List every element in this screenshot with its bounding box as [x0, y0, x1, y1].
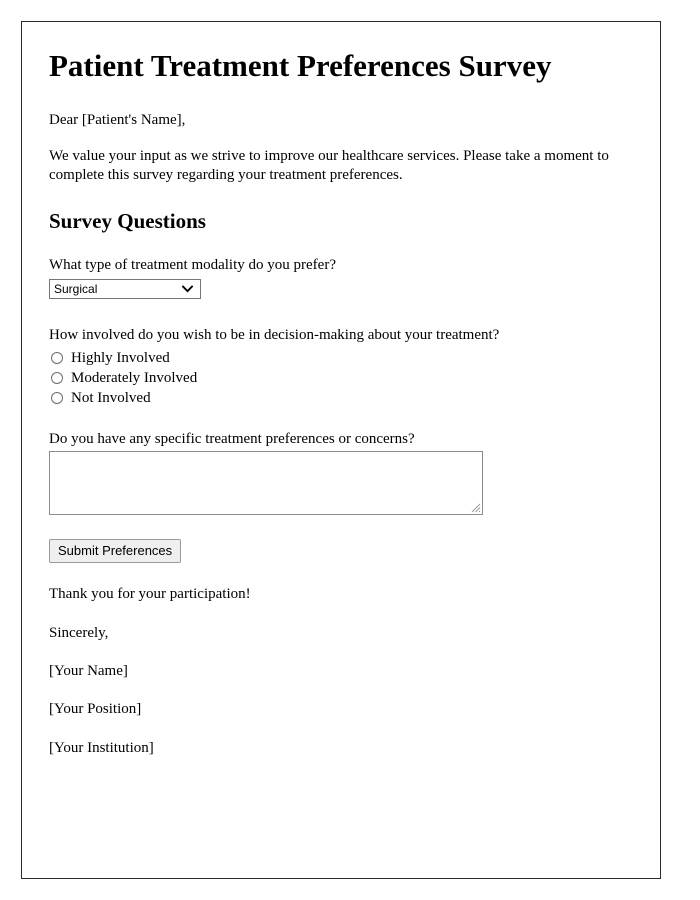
question-label-involvement: How involved do you wish to be in decisi… — [49, 326, 500, 343]
radio-option-not-involved[interactable]: Not Involved — [51, 388, 632, 408]
chevron-down-icon — [182, 280, 193, 298]
document-page-frame: Patient Treatment Preferences Survey Dea… — [21, 21, 661, 879]
question-label-modality: What type of treatment modality do you p… — [49, 257, 336, 274]
involvement-radio-group: Highly Involved Moderately Involved Not … — [49, 348, 632, 408]
section-heading-survey-questions: Survey Questions — [49, 208, 206, 233]
sign-off-text: Sincerely, — [49, 624, 109, 641]
radio-label: Moderately Involved — [71, 369, 198, 386]
submit-preferences-button[interactable]: Submit Preferences — [49, 539, 182, 564]
radio-label: Highly Involved — [71, 349, 170, 366]
radio-option-highly-involved[interactable]: Highly Involved — [51, 348, 632, 368]
treatment-modality-select-wrapper[interactable]: Surgical — [49, 278, 201, 299]
question-decision-involvement: How involved do you wish to be in decisi… — [49, 326, 632, 408]
radio-icon[interactable] — [51, 371, 63, 384]
resize-grip-icon[interactable] — [468, 500, 481, 513]
page-title: Patient Treatment Preferences Survey — [49, 48, 552, 83]
treatment-modality-select[interactable]: Surgical — [49, 278, 201, 299]
radio-option-moderately-involved[interactable]: Moderately Involved — [51, 368, 632, 388]
signature-institution: [Your Institution] — [49, 739, 154, 756]
salutation-text: Dear [Patient's Name], — [49, 111, 186, 128]
question-treatment-modality: What type of treatment modality do you p… — [49, 256, 632, 304]
radio-label: Not Involved — [71, 389, 151, 406]
radio-icon[interactable] — [51, 351, 63, 364]
signature-name: [Your Name] — [49, 663, 128, 680]
signature-position: [Your Position] — [49, 701, 142, 718]
treatment-modality-selected-value: Surgical — [54, 281, 98, 296]
treatment-comments-textarea[interactable] — [49, 451, 483, 516]
question-treatment-comments: Do you have any specific treatment prefe… — [49, 430, 632, 516]
radio-icon[interactable] — [51, 391, 63, 404]
submit-row: Submit Preferences — [49, 539, 632, 564]
intro-paragraph: We value your input as we strive to impr… — [49, 148, 609, 183]
thank-you-text: Thank you for your participation! — [49, 586, 251, 603]
question-label-comments: Do you have any specific treatment prefe… — [49, 430, 415, 447]
document-body: Patient Treatment Preferences Survey Dea… — [22, 22, 660, 757]
